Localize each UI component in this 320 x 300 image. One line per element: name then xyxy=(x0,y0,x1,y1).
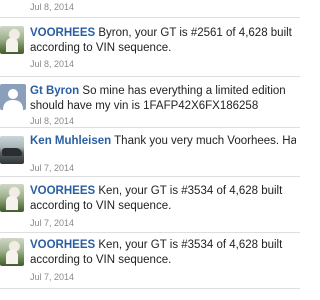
divider xyxy=(0,127,300,128)
post-item: Ken Muhleisen Thank you very much Voorhe… xyxy=(0,134,300,176)
avatar[interactable] xyxy=(0,26,24,54)
default-user-icon[interactable] xyxy=(0,84,26,110)
author-link[interactable]: VOORHEES xyxy=(30,27,95,39)
post-timestamp: Jul 8, 2014 xyxy=(30,2,75,12)
post-timestamp: Jul 7, 2014 xyxy=(30,218,75,228)
author-link[interactable]: VOORHEES xyxy=(30,185,95,197)
post-body: Gt Byron So mine has everything a limite… xyxy=(30,84,296,114)
divider xyxy=(0,232,300,233)
author-link[interactable]: Ken Muhleisen xyxy=(30,135,111,147)
post-item: VOORHEES Byron, your GT is #2561 of 4,62… xyxy=(0,26,300,76)
post-body: VOORHEES Ken, your GT is #3534 of 4,628 … xyxy=(30,238,296,268)
post-message: Thank you very much Voorhees. Have a gre… xyxy=(114,135,296,147)
post-body: VOORHEES Byron, your GT is #2561 of 4,62… xyxy=(30,26,296,56)
post-item: VOORHEES Ken, your GT is #3534 of 4,628 … xyxy=(0,184,300,232)
divider xyxy=(0,288,300,289)
divider xyxy=(0,17,300,18)
post-timestamp: Jul 8, 2014 xyxy=(30,59,75,69)
post-timestamp: Jul 7, 2014 xyxy=(30,272,75,282)
author-link[interactable]: VOORHEES xyxy=(30,239,95,251)
avatar[interactable] xyxy=(0,184,24,212)
divider xyxy=(0,176,300,177)
avatar[interactable] xyxy=(0,238,24,266)
divider xyxy=(0,76,300,77)
avatar[interactable] xyxy=(0,136,24,164)
author-link[interactable]: Gt Byron xyxy=(30,85,79,97)
post-timestamp: Jul 8, 2014 xyxy=(30,116,75,126)
post-body: Ken Muhleisen Thank you very much Voorhe… xyxy=(30,134,296,149)
post-timestamp: Jul 7, 2014 xyxy=(30,163,75,173)
profile-post-feed: Jul 8, 2014 VOORHEES Byron, your GT is #… xyxy=(0,0,300,300)
post-item: Gt Byron So mine has everything a limite… xyxy=(0,84,300,127)
post-item: VOORHEES Ken, your GT is #3534 of 4,628 … xyxy=(0,238,300,288)
post-body: VOORHEES Ken, your GT is #3534 of 4,628 … xyxy=(30,184,296,214)
